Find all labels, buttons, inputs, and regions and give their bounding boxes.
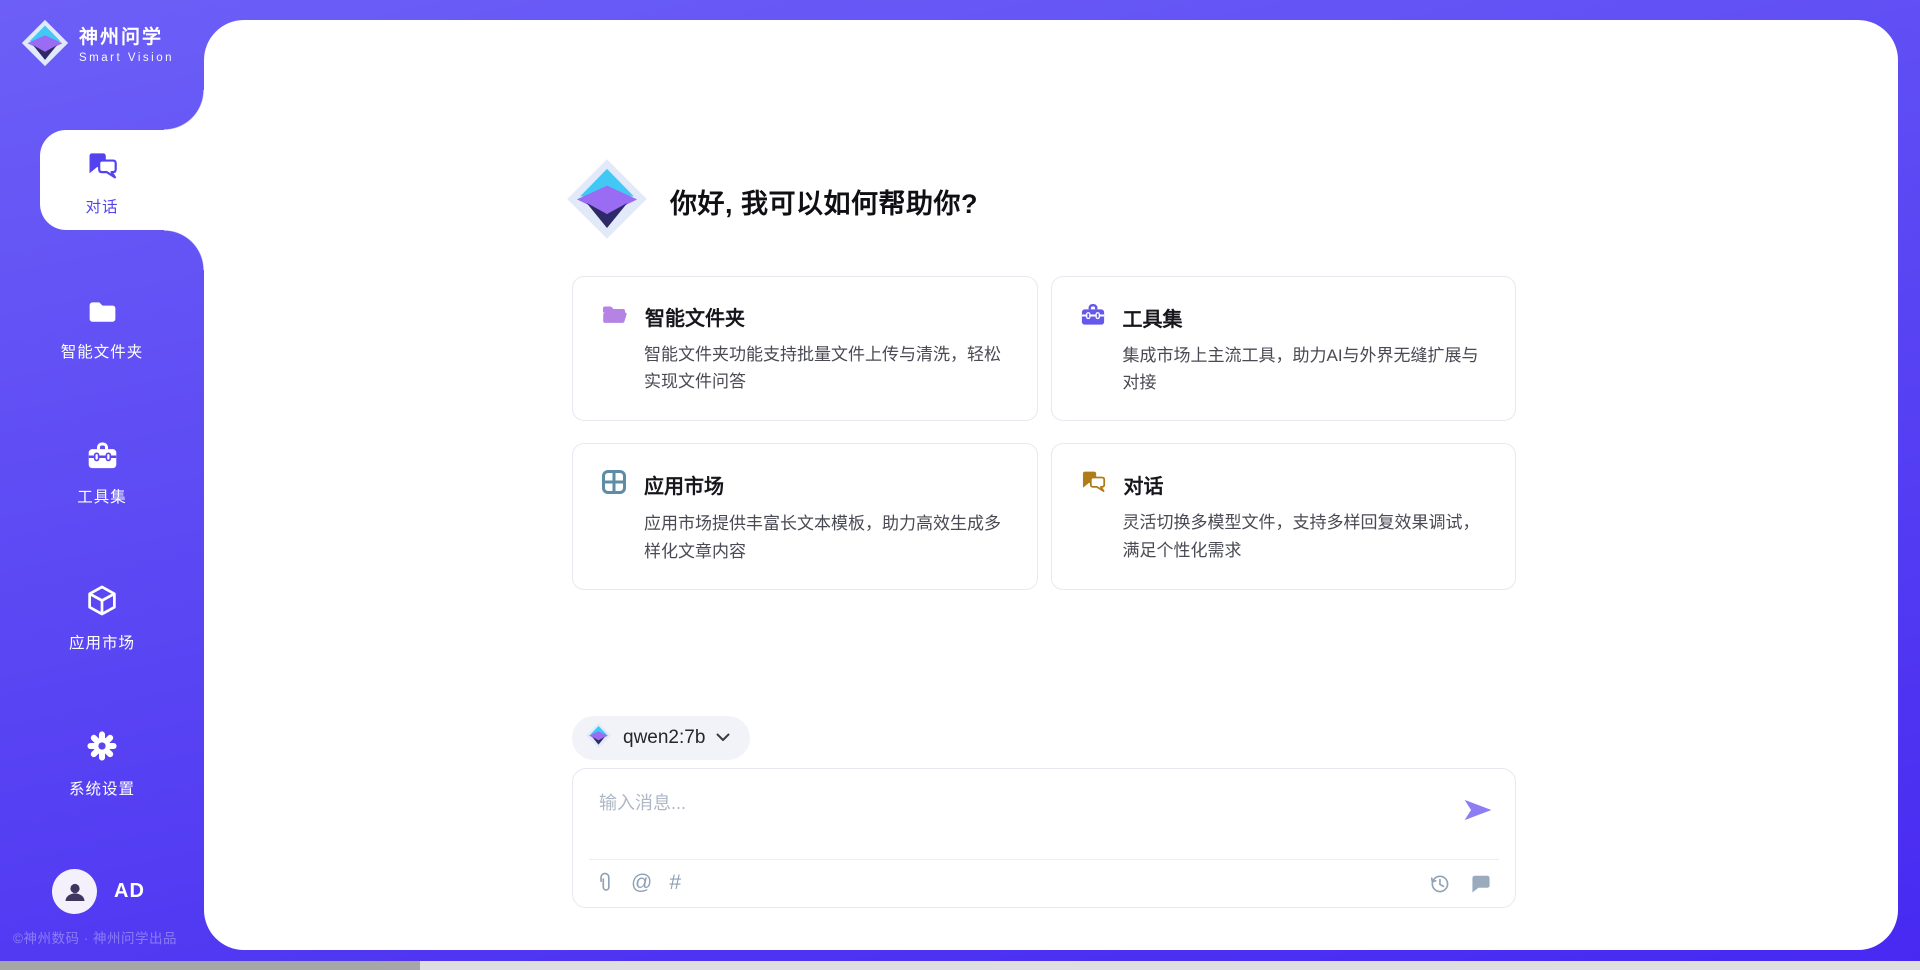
brand-subtitle: Smart Vision [79, 52, 174, 64]
main-content: 你好, 我可以如何帮助你? 智能文件夹 智能文件夹功能支持批量文件上传与清洗，轻… [204, 20, 1898, 950]
sidebar: 神州问学 Smart Vision 对话 智能文件夹 [0, 0, 204, 970]
card-toolset[interactable]: 工具集 集成市场上主流工具，助力AI与外界无缝扩展与对接 [1051, 276, 1517, 421]
sidebar-item-settings[interactable]: 系统设置 [0, 729, 204, 799]
mention-button[interactable]: @ [631, 872, 652, 893]
card-chat[interactable]: 对话 灵活切换多模型文件，支持多样回复效果调试，满足个性化需求 [1051, 443, 1517, 589]
composer-divider [589, 859, 1499, 860]
hash-icon: # [669, 871, 681, 894]
sidebar-item-toolset[interactable]: 工具集 [0, 440, 204, 507]
horizontal-scrollbar[interactable] [0, 961, 1920, 970]
app-window: 神州问学 Smart Vision 对话 智能文件夹 [0, 0, 1920, 970]
scrollbar-thumb[interactable] [0, 961, 420, 970]
sidebar-item-smart-folder[interactable]: 智能文件夹 [0, 296, 204, 362]
brand: 神州问学 Smart Vision [20, 18, 174, 73]
message-input[interactable] [597, 787, 1401, 853]
card-title: 智能文件夹 [645, 302, 745, 331]
card-description: 灵活切换多模型文件，支持多样回复效果调试，满足个性化需求 [1123, 509, 1488, 563]
chevron-down-icon [716, 729, 730, 747]
card-title: 工具集 [1123, 303, 1183, 332]
sidebar-item-label: 应用市场 [69, 631, 135, 653]
sidebar-item-chat[interactable]: 对话 [0, 150, 204, 217]
sidebar-item-label: 智能文件夹 [61, 340, 144, 362]
quick-chat-button[interactable] [1469, 872, 1493, 895]
avatar [52, 869, 97, 914]
person-icon [62, 879, 88, 905]
greeting: 你好, 我可以如何帮助你? [564, 156, 978, 247]
message-composer: @ # [572, 768, 1516, 908]
card-description: 应用市场提供丰富长文本模板，助力高效生成多样化文章内容 [644, 510, 1009, 564]
model-name: qwen2:7b [623, 727, 705, 749]
card-description: 集成市场上主流工具，助力AI与外界无缝扩展与对接 [1123, 342, 1488, 396]
at-icon: @ [631, 871, 652, 894]
topic-button[interactable]: # [669, 872, 681, 893]
cube-icon [85, 584, 119, 622]
send-icon [1463, 797, 1493, 823]
folder-icon [86, 296, 119, 331]
chat-icon [86, 150, 119, 186]
toolbox-icon [1080, 302, 1106, 332]
folder-open-icon [601, 302, 628, 331]
user-initials: AD [114, 880, 145, 903]
brand-name: 神州问学 [79, 27, 174, 50]
card-title: 对话 [1124, 470, 1164, 499]
copyright-text: ©神州数码 · 神州问学出品 [13, 927, 177, 947]
feature-cards: 智能文件夹 智能文件夹功能支持批量文件上传与清洗，轻松实现文件问答 [572, 276, 1516, 590]
toolbox-icon [86, 440, 119, 476]
brand-diamond-logo-icon [20, 18, 70, 73]
card-title: 应用市场 [644, 470, 724, 499]
card-description: 智能文件夹功能支持批量文件上传与清洗，轻松实现文件问答 [644, 341, 1009, 395]
sidebar-item-label: 工具集 [77, 485, 127, 507]
model-diamond-logo-icon [585, 722, 612, 754]
card-smart-folder[interactable]: 智能文件夹 智能文件夹功能支持批量文件上传与清洗，轻松实现文件问答 [572, 276, 1038, 421]
sidebar-item-label: 系统设置 [69, 777, 135, 799]
composer-tools-left: @ # [595, 870, 681, 895]
send-button[interactable] [1463, 797, 1493, 826]
history-button[interactable] [1428, 872, 1451, 895]
composer-tools-right [1428, 872, 1493, 895]
sidebar-item-label: 对话 [85, 195, 118, 217]
user-box[interactable]: AD [52, 869, 145, 914]
chat-icon [1080, 469, 1107, 499]
model-selector[interactable]: qwen2:7b [572, 716, 750, 760]
paperclip-icon [595, 870, 614, 895]
grid-icon [601, 469, 627, 500]
greeting-diamond-logo-icon [564, 156, 650, 247]
history-icon [1428, 872, 1451, 895]
chat-bubble-icon [1469, 872, 1493, 895]
sidebar-item-app-market[interactable]: 应用市场 [0, 584, 204, 653]
greeting-title: 你好, 我可以如何帮助你? [670, 182, 978, 221]
gear-icon [85, 729, 119, 768]
card-app-market[interactable]: 应用市场 应用市场提供丰富长文本模板，助力高效生成多样化文章内容 [572, 443, 1038, 589]
attach-file-button[interactable] [595, 870, 614, 895]
